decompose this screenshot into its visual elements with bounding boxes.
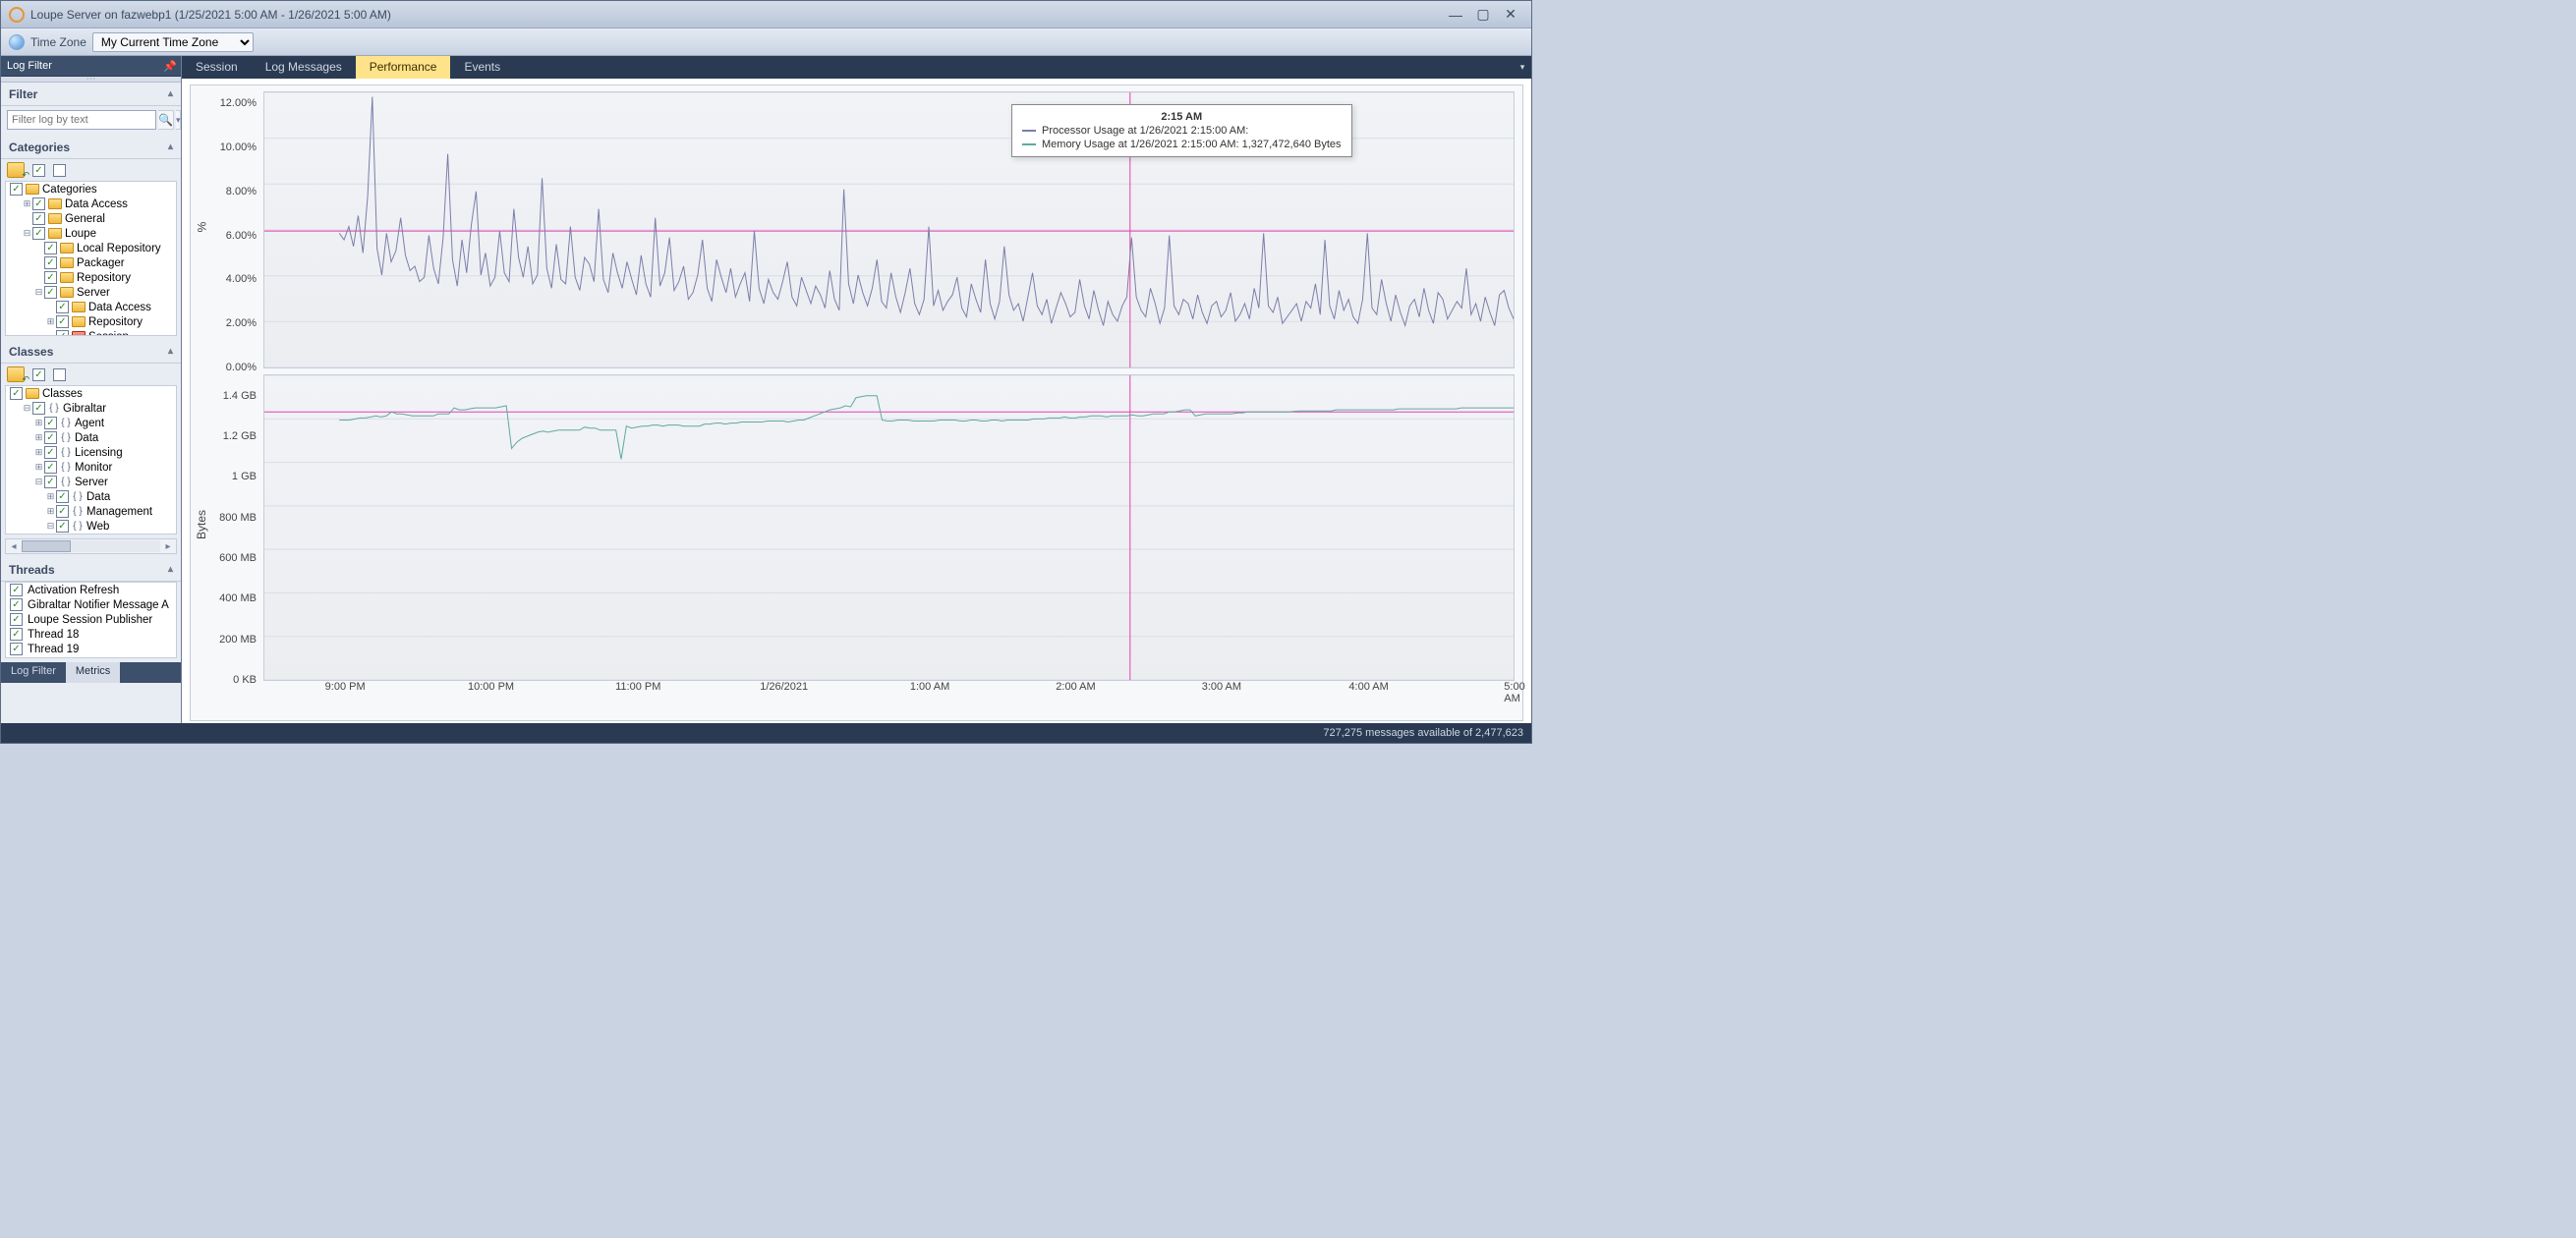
timezone-label: Time Zone <box>30 35 86 49</box>
check-all-icon[interactable]: ✓ <box>32 368 45 381</box>
tab-log-messages[interactable]: Log Messages <box>252 56 356 79</box>
folder-reset-icon[interactable] <box>7 162 25 178</box>
ylabel-bytes: Bytes <box>195 510 208 539</box>
window-controls: — ▢ ✕ <box>1443 6 1523 24</box>
classes-section-header[interactable]: Classes ▴ <box>1 340 181 364</box>
chart-area: % Bytes 0.00% 2.00% 4.00% 6.00% 8.00% <box>182 79 1531 723</box>
chevron-up-icon: ▴ <box>168 564 173 575</box>
processor-chart[interactable]: 0.00% 2.00% 4.00% 6.00% 8.00% 10.00% 12.… <box>263 91 1515 368</box>
main-tabs: Session Log Messages Performance Events … <box>182 56 1531 79</box>
filter-section-header[interactable]: Filter ▴ <box>1 83 181 106</box>
filter-dropdown-icon[interactable]: ▾ <box>176 110 182 130</box>
toolbar: Time Zone My Current Time Zone <box>1 28 1531 56</box>
chevron-up-icon: ▴ <box>168 141 173 152</box>
left-bottom-tabs: Log Filter Metrics <box>1 662 181 683</box>
right-panel: Session Log Messages Performance Events … <box>182 56 1531 723</box>
main-content: Log Filter 📌 Filter ▴ 🔍 ▾ Categories ▴ ✓ <box>1 56 1531 723</box>
classes-tree[interactable]: ✓Classes ⊟✓{ }Gibraltar ⊞✓{ }Agent ⊞✓{ }… <box>5 385 177 535</box>
app-icon <box>9 7 25 23</box>
thread-item: ✓Activation Refresh <box>6 583 176 597</box>
maximize-button[interactable]: ▢ <box>1470 6 1496 24</box>
categories-tree[interactable]: ✓Categories ⊞✓Data Access ✓General ⊟✓Lou… <box>5 181 177 336</box>
x-ticks: 9:00 PM 10:00 PM 11:00 PM 1/26/2021 1:00… <box>212 681 1515 704</box>
thread-item: ✓Thread 18 <box>6 627 176 642</box>
chart-tooltip: 2:15 AM Processor Usage at 1/26/2021 2:1… <box>1011 104 1352 157</box>
chart-box: % Bytes 0.00% 2.00% 4.00% 6.00% 8.00% <box>190 84 1523 721</box>
tab-session[interactable]: Session <box>182 56 252 79</box>
ylabel-percent: % <box>195 222 208 233</box>
y-ticks-top: 0.00% 2.00% 4.00% 6.00% 8.00% 10.00% 12.… <box>213 92 260 367</box>
filter-input-row: 🔍 ▾ <box>1 106 181 136</box>
tab-performance[interactable]: Performance <box>356 56 451 79</box>
classes-toolrow: ✓ <box>1 364 181 385</box>
tab-overflow-icon[interactable]: ▾ <box>1514 56 1531 79</box>
status-bar: 727,275 messages available of 2,477,623 <box>1 723 1531 743</box>
chevron-up-icon: ▴ <box>168 346 173 357</box>
folder-reset-icon[interactable] <box>7 366 25 382</box>
tab-events[interactable]: Events <box>450 56 514 79</box>
timezone-select[interactable]: My Current Time Zone <box>92 32 254 52</box>
chevron-up-icon: ▴ <box>168 88 173 99</box>
minimize-button[interactable]: — <box>1443 6 1468 24</box>
categories-toolrow: ✓ <box>1 159 181 181</box>
pin-icon[interactable]: 📌 <box>163 60 175 72</box>
app-window: Loupe Server on fazwebp1 (1/25/2021 5:00… <box>0 0 1532 744</box>
search-icon[interactable]: 🔍 <box>158 110 174 130</box>
check-all-icon[interactable]: ✓ <box>32 164 45 177</box>
filter-input[interactable] <box>7 110 156 130</box>
uncheck-all-icon[interactable] <box>53 164 66 177</box>
timezone-icon <box>9 34 25 50</box>
left-panel: Log Filter 📌 Filter ▴ 🔍 ▾ Categories ▴ ✓ <box>1 56 182 723</box>
categories-section-header[interactable]: Categories ▴ <box>1 136 181 159</box>
titlebar: Loupe Server on fazwebp1 (1/25/2021 5:00… <box>1 1 1531 28</box>
threads-section-header[interactable]: Threads ▴ <box>1 558 181 582</box>
tab-log-filter[interactable]: Log Filter <box>1 662 66 683</box>
close-button[interactable]: ✕ <box>1498 6 1523 24</box>
uncheck-all-icon[interactable] <box>53 368 66 381</box>
thread-item: ✓Gibraltar Notifier Message A <box>6 597 176 612</box>
thread-item: ✓Thread 19 <box>6 642 176 656</box>
y-ticks-bot: 0 KB 200 MB 400 MB 600 MB 800 MB 1 GB 1.… <box>213 375 260 680</box>
threads-list[interactable]: ✓Activation Refresh ✓Gibraltar Notifier … <box>5 582 177 658</box>
tab-metrics[interactable]: Metrics <box>66 662 120 683</box>
window-title: Loupe Server on fazwebp1 (1/25/2021 5:00… <box>30 8 1443 22</box>
thread-item: ✓Loupe Session Publisher <box>6 612 176 627</box>
status-text: 727,275 messages available of 2,477,623 <box>1323 727 1523 739</box>
classes-hscroll[interactable]: ◂▸ <box>5 538 177 554</box>
memory-chart[interactable]: 0 KB 200 MB 400 MB 600 MB 800 MB 1 GB 1.… <box>263 374 1515 681</box>
